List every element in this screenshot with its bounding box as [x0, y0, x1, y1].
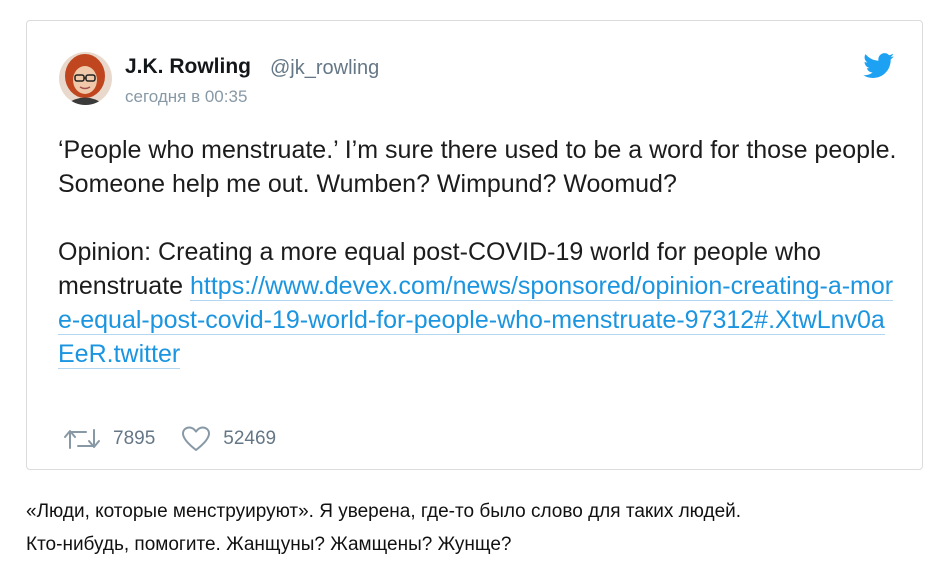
avatar-image [59, 52, 112, 105]
tweet-paragraph-with-link: Opinion: Creating a more equal post-COVI… [58, 235, 898, 371]
retweet-icon[interactable] [61, 426, 103, 452]
tweet-card: J.K. Rowling @jk_rowling сегодня в 00:35… [26, 20, 923, 470]
author-handle[interactable]: @jk_rowling [270, 57, 379, 80]
caption-line: Кто-нибудь, помогите. Жанщуны? Жамщены? … [26, 534, 512, 555]
caption-line: «Люди, которые менструируют». Я уверена,… [26, 501, 742, 522]
tweet-text: ‘People who menstruate.’ I’m sure there … [58, 133, 898, 371]
tweet-timestamp[interactable]: сегодня в 00:35 [125, 87, 247, 107]
twitter-bird-icon[interactable] [863, 53, 895, 79]
like-count: 52469 [223, 428, 277, 449]
translation-caption: «Люди, которые менструируют». Я уверена,… [26, 495, 926, 561]
retweet-count: 7895 [113, 428, 156, 449]
avatar[interactable] [59, 52, 112, 105]
heart-icon[interactable] [181, 425, 211, 453]
tweet-paragraph: ‘People who menstruate.’ I’m sure there … [58, 136, 897, 198]
article-link[interactable]: https://www.devex.com/news/sponsored/opi… [58, 272, 894, 369]
author-name[interactable]: J.K. Rowling [125, 55, 251, 79]
tweet-actions: 7895 52469 [61, 424, 276, 454]
like-button[interactable]: 52469 [181, 425, 276, 453]
retweet-button[interactable]: 7895 [61, 426, 155, 452]
